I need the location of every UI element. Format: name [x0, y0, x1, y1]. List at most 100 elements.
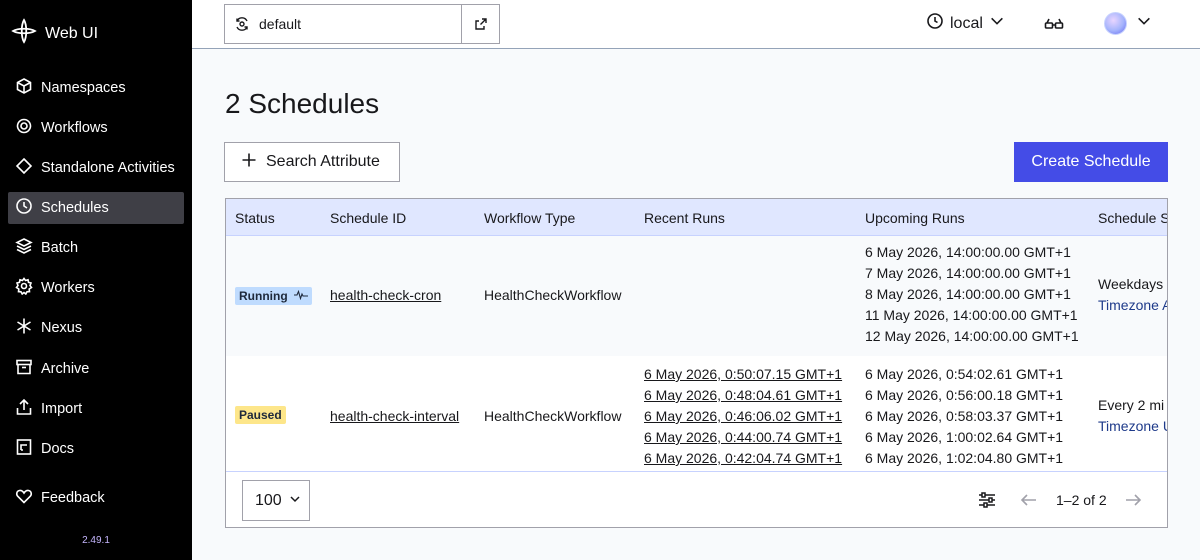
namespace-icon [225, 16, 259, 32]
version-label: 2.49.1 [82, 535, 110, 546]
page-title: 2 Schedules [225, 88, 380, 119]
upcoming-run: 12 May 2026, 14:00:00.00 GMT+1 [865, 328, 1079, 344]
schedules-table: Status Schedule ID Workflow Type Recent … [225, 198, 1168, 528]
user-menu[interactable] [1104, 12, 1152, 35]
sidebar-item-workers[interactable]: Workers [8, 272, 184, 304]
create-schedule-button[interactable]: Create Schedule [1014, 142, 1168, 182]
column-header-schedule-spec: Schedule S [1098, 210, 1168, 226]
search-attribute-label: Search Attribute [266, 153, 380, 170]
sidebar-item-label: Workflows [41, 120, 108, 136]
schedule-spec: Every 2 mi Timezone U [1098, 395, 1168, 437]
sidebar-item-label: Standalone Activities [41, 160, 175, 176]
upcoming-run: 8 May 2026, 14:00:00.00 GMT+1 [865, 286, 1071, 302]
column-settings-icon[interactable] [977, 490, 997, 510]
sidebar-item-standalone-activities[interactable]: Standalone Activities [8, 152, 184, 184]
gear-icon [15, 277, 33, 299]
upcoming-run: 6 May 2026, 0:54:02.61 GMT+1 [865, 366, 1064, 382]
sidebar-item-nexus[interactable]: Nexus [8, 312, 184, 344]
heartbeat-icon [293, 289, 308, 303]
namespace-select[interactable]: default [224, 4, 500, 44]
namespace-value: default [259, 16, 302, 32]
upcoming-run: 7 May 2026, 14:00:00.00 GMT+1 [865, 265, 1071, 281]
sidebar-item-namespaces[interactable]: Namespaces [8, 72, 184, 104]
cube-icon [15, 77, 33, 99]
sidebar-item-batch[interactable]: Batch [8, 232, 184, 264]
schedule-spec-timezone: Timezone U [1098, 418, 1168, 434]
brand[interactable]: Web UI [11, 18, 98, 49]
brand-name: Web UI [45, 24, 99, 42]
nexus-icon [15, 317, 33, 339]
table-footer: 100 1–2 of 2 [226, 471, 1167, 527]
timezone-select[interactable]: local [926, 12, 1005, 35]
recent-run-link[interactable]: 6 May 2026, 0:48:04.61 GMT+1 [644, 385, 842, 406]
schedule-icon [15, 197, 33, 219]
recent-run-link[interactable]: 6 May 2026, 0:44:00.74 GMT+1 [644, 427, 842, 448]
external-link-button[interactable] [461, 5, 499, 43]
previous-page-icon[interactable] [1019, 490, 1039, 510]
import-icon [15, 398, 33, 420]
page-size-select[interactable]: 100 [242, 480, 310, 521]
schedule-spec: Weekdays Timezone A [1098, 274, 1168, 316]
upcoming-run: 6 May 2026, 14:00:00.00 GMT+1 [865, 244, 1071, 260]
status-badge-paused: Paused [235, 406, 286, 424]
avatar [1104, 12, 1127, 35]
schedule-spec-timezone: Timezone A [1098, 297, 1168, 313]
column-header-upcoming-runs: Upcoming Runs [865, 210, 965, 226]
sidebar-item-schedules[interactable]: Schedules [8, 192, 184, 224]
data-encoder-icon[interactable] [1044, 15, 1064, 33]
column-header-status: Status [235, 210, 275, 226]
chevron-down-icon [289, 492, 301, 510]
column-header-schedule-id: Schedule ID [330, 210, 407, 226]
sidebar-item-label: Import [41, 401, 83, 417]
sidebar: Web UI Namespaces Workflows Standalone A… [0, 0, 192, 560]
archive-icon [15, 358, 33, 380]
timezone-value: local [950, 14, 983, 32]
recent-run-link[interactable]: 6 May 2026, 0:42:04.74 GMT+1 [644, 448, 842, 469]
workflow-icon [15, 117, 33, 139]
upcoming-run: 6 May 2026, 1:00:02.64 GMT+1 [865, 429, 1064, 445]
clock-icon [926, 12, 944, 35]
sidebar-item-docs[interactable]: Docs [8, 433, 184, 465]
status-badge-running: Running [235, 287, 312, 305]
workflow-type: HealthCheckWorkflow [484, 408, 622, 424]
schedule-id-link[interactable]: health-check-interval [330, 408, 459, 424]
page-size-value: 100 [255, 491, 282, 509]
topbar: default local [192, 0, 1200, 49]
schedule-spec-text: Every 2 mi [1098, 397, 1165, 413]
upcoming-runs-list: 6 May 2026, 14:00:00.00 GMT+1 7 May 2026… [865, 242, 1079, 347]
recent-run-link[interactable]: 6 May 2026, 0:46:06.02 GMT+1 [644, 406, 842, 427]
sidebar-item-archive[interactable]: Archive [8, 353, 184, 385]
schedule-spec-text: Weekdays [1098, 276, 1164, 292]
chevron-down-icon [1136, 13, 1152, 34]
table-row: Paused health-check-interval HealthCheck… [226, 356, 1168, 471]
sidebar-item-import[interactable]: Import [8, 393, 184, 425]
schedule-id-link[interactable]: health-check-cron [330, 287, 441, 303]
upcoming-run: 6 May 2026, 1:02:04.80 GMT+1 [865, 450, 1064, 466]
column-header-workflow-type: Workflow Type [484, 210, 576, 226]
table-header: Status Schedule ID Workflow Type Recent … [226, 199, 1168, 236]
batch-icon [15, 237, 33, 259]
diamond-icon [15, 157, 33, 179]
workflow-type: HealthCheckWorkflow [484, 287, 622, 303]
search-attribute-button[interactable]: Search Attribute [224, 142, 400, 182]
sidebar-item-label: Archive [41, 361, 90, 377]
sidebar-item-label: Namespaces [41, 80, 126, 96]
next-page-icon[interactable] [1123, 490, 1143, 510]
upcoming-run: 6 May 2026, 0:56:00.18 GMT+1 [865, 387, 1064, 403]
heart-icon [15, 487, 33, 509]
docs-icon [15, 438, 33, 460]
sidebar-item-label: Batch [41, 240, 79, 256]
sidebar-item-workflows[interactable]: Workflows [8, 112, 184, 144]
status-label: Running [239, 289, 288, 303]
pagination-info: 1–2 of 2 [1056, 492, 1107, 508]
recent-run-link[interactable]: 6 May 2026, 0:50:07.15 GMT+1 [644, 364, 842, 385]
upcoming-run: 11 May 2026, 14:00:00.00 GMT+1 [865, 307, 1078, 323]
external-link-icon [474, 18, 487, 30]
column-header-recent-runs: Recent Runs [644, 210, 725, 226]
sidebar-item-feedback[interactable]: Feedback [8, 482, 184, 514]
chevron-down-icon [989, 13, 1005, 34]
upcoming-runs-list: 6 May 2026, 0:54:02.61 GMT+1 6 May 2026,… [865, 364, 1063, 469]
upcoming-run: 6 May 2026, 0:58:03.37 GMT+1 [865, 408, 1064, 424]
sidebar-item-label: Docs [41, 441, 75, 457]
sidebar-item-label: Workers [41, 280, 95, 296]
